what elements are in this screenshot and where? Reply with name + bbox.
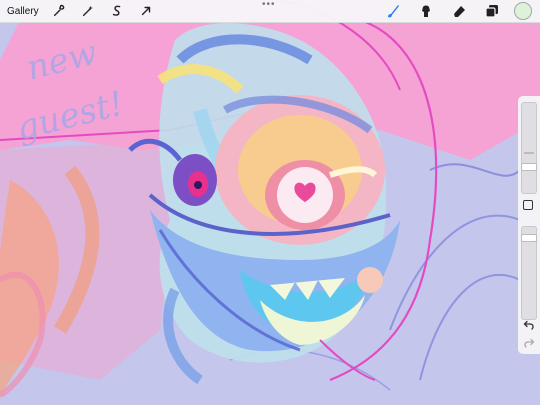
- brush-size-slider[interactable]: [521, 102, 537, 194]
- brush-sidebar: [518, 96, 540, 354]
- top-toolbar: Gallery •••: [0, 0, 540, 23]
- slider-tick-icon: [524, 152, 534, 154]
- redo-icon[interactable]: [522, 338, 536, 350]
- right-tools: [372, 2, 532, 20]
- actions-wrench-icon[interactable]: [50, 2, 68, 20]
- selection-s-icon[interactable]: [108, 2, 126, 20]
- eraser-icon[interactable]: [447, 2, 471, 20]
- brush-size-slider-knob[interactable]: [521, 163, 537, 172]
- adjustments-magic-wand-icon[interactable]: [79, 2, 97, 20]
- color-swatch[interactable]: [514, 2, 532, 20]
- undo-icon[interactable]: [522, 320, 536, 332]
- brush-icon[interactable]: [381, 2, 405, 20]
- opacity-slider[interactable]: [521, 226, 537, 320]
- drawing-canvas[interactable]: new guest!: [0, 0, 540, 405]
- layers-icon[interactable]: [480, 2, 504, 20]
- smudge-icon[interactable]: [414, 2, 438, 20]
- transform-arrow-icon[interactable]: [137, 2, 155, 20]
- gallery-button[interactable]: Gallery: [7, 6, 39, 17]
- toolbar-handle[interactable]: •••: [262, 0, 276, 10]
- opacity-slider-knob[interactable]: [521, 234, 537, 243]
- modify-square-button[interactable]: [523, 200, 533, 210]
